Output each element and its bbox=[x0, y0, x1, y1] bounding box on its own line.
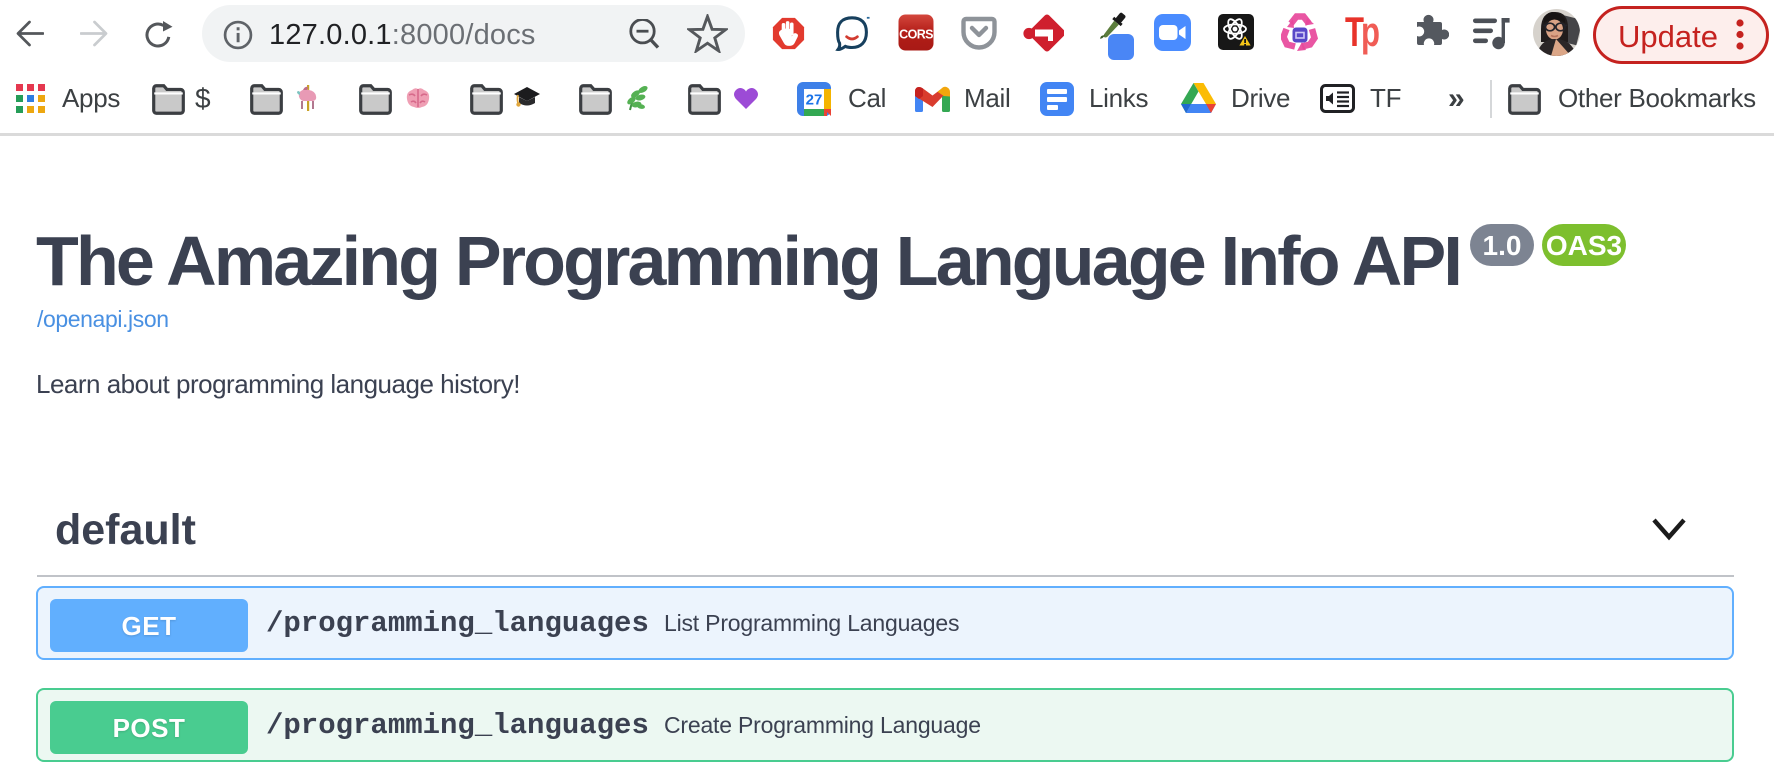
svg-text:CORS: CORS bbox=[899, 28, 933, 42]
svg-text:27: 27 bbox=[806, 92, 823, 109]
